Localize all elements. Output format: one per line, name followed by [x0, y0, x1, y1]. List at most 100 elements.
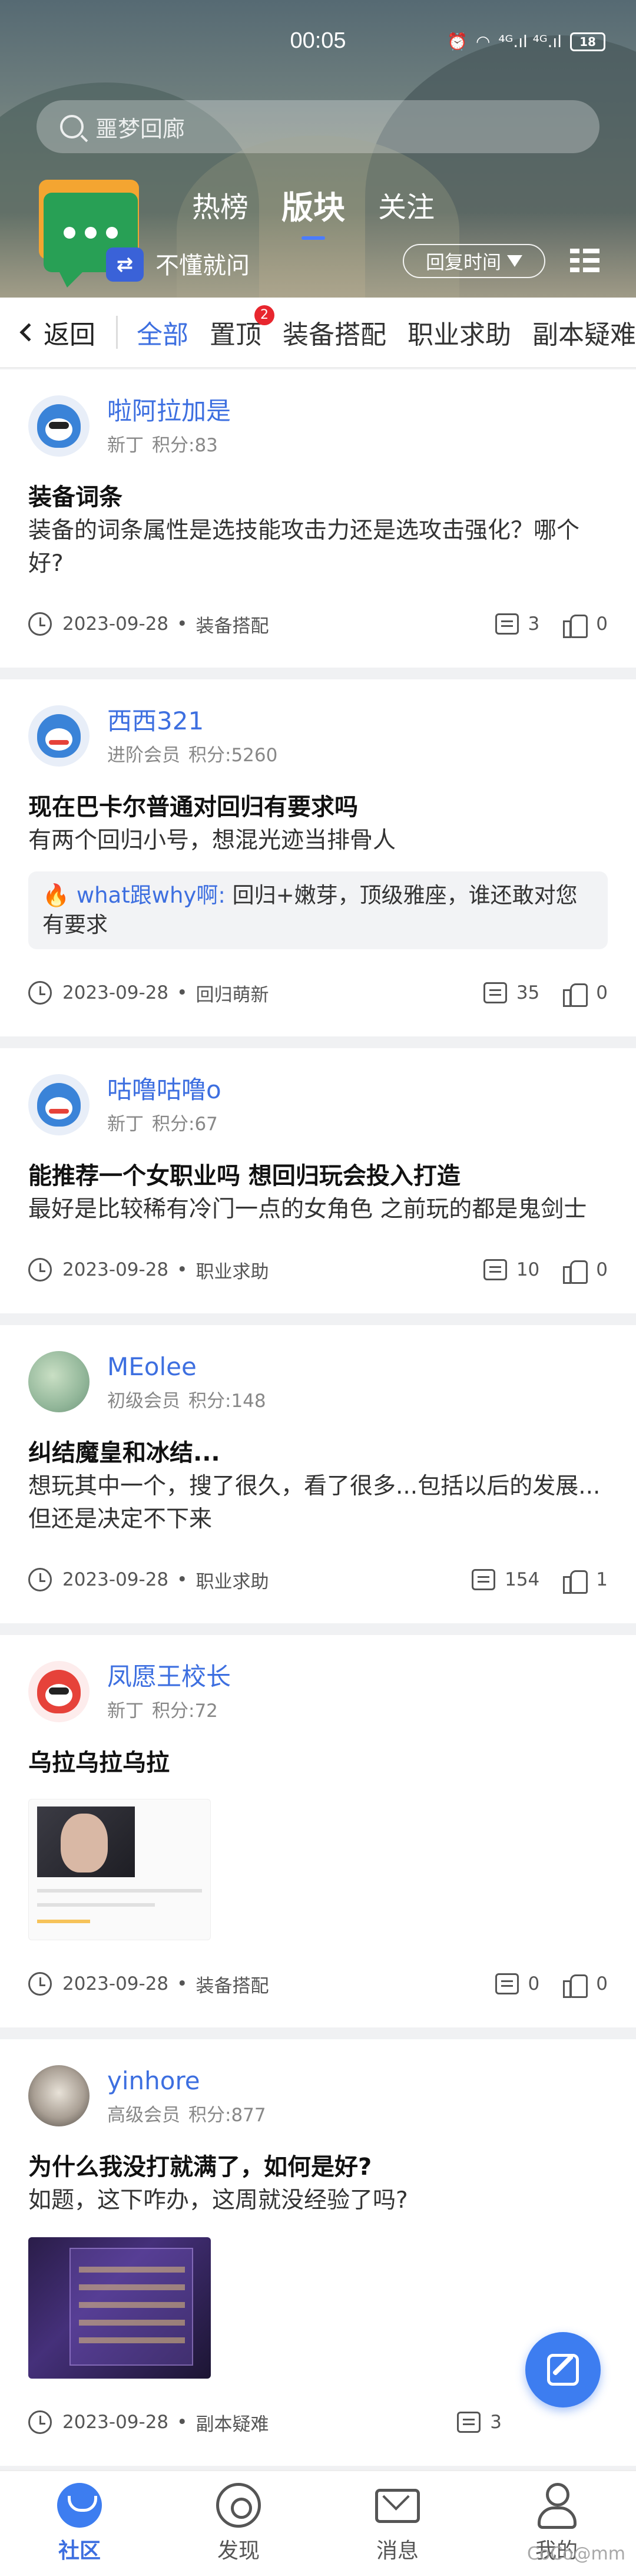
compose-post-button[interactable]: [525, 2332, 601, 2407]
sort-dropdown[interactable]: 回复时间: [403, 244, 545, 278]
comment-button[interactable]: 10: [483, 1259, 539, 1280]
like-button[interactable]: 0: [563, 1258, 608, 1284]
author-points: 积分:72: [152, 1700, 218, 1722]
comment-button[interactable]: 0: [495, 1973, 540, 1994]
post-date: 2023-09-28: [62, 613, 169, 635]
comment-button[interactable]: 3: [457, 2412, 502, 2433]
hot-reply-preview[interactable]: 🔥 what跟why啊: 回归+嫩芽，顶级雅座，谁还敢对您有要求: [28, 871, 608, 949]
post-card[interactable]: 咕噜咕噜o 新丁 积分:67 能推荐一个女职业吗 想回归玩会投入打造 最好是比较稀…: [0, 1048, 636, 1313]
post-title: 为什么我没打就满了，如何是好?: [28, 2154, 372, 2181]
category-tabs: 全部 置顶 2 装备搭配 职业求助 副本疑难: [137, 305, 636, 351]
comment-icon: [495, 1973, 519, 1994]
post-card[interactable]: yinhore 高级会员 积分:877 为什么我没打就满了，如何是好? 如题，这下…: [0, 2039, 636, 2466]
avatar[interactable]: [28, 1661, 90, 1722]
edit-icon: [547, 2354, 579, 2386]
thumbs-up-icon: [563, 1568, 588, 1594]
post-category[interactable]: 副本疑难: [196, 2409, 269, 2436]
thumbs-up-icon: [563, 612, 588, 638]
profile-icon: [534, 2483, 579, 2529]
author-points: 积分:5260: [188, 744, 278, 766]
author-name[interactable]: 凤愿王校长: [107, 1662, 231, 1692]
comment-button[interactable]: 3: [495, 613, 539, 635]
author-level: 进阶会员: [107, 744, 180, 766]
alarm-icon: ⏰: [447, 32, 468, 51]
comment-button[interactable]: 35: [483, 982, 539, 1003]
post-card[interactable]: 凤愿王校长 新丁 积分:72 乌拉乌拉乌拉 2023-09-28 • 装备搭配 0…: [0, 1635, 636, 2027]
like-count: 0: [596, 1973, 608, 1994]
post-footer: 2023-09-28 • 回归萌新 35 0: [28, 949, 608, 1036]
category-gear[interactable]: 装备搭配: [283, 313, 386, 351]
list-view-icon[interactable]: [570, 249, 599, 273]
category-class-help[interactable]: 职业求助: [408, 313, 511, 351]
thumbs-up-icon: [563, 1972, 588, 1998]
clock-icon: [28, 1972, 52, 1996]
post-body: 装备的词条属性是选技能攻击力还是选攻击强化？哪个好?: [28, 517, 580, 577]
post-image-thumbnail[interactable]: [28, 1799, 211, 1940]
post-author: 咕噜咕噜o 新丁 积分:67: [28, 1073, 608, 1137]
post-card[interactable]: MEolee 初级会员 积分:148 纠结魔皇和冰结... 想玩其中一个，搜了很久…: [0, 1325, 636, 1623]
post-category[interactable]: 回归萌新: [196, 980, 269, 1006]
nav-label: 消息: [376, 2539, 419, 2563]
nav-discover[interactable]: 发现: [159, 2471, 318, 2576]
like-count: 1: [596, 1569, 608, 1590]
avatar[interactable]: [28, 1351, 90, 1412]
avatar[interactable]: [28, 2065, 90, 2126]
category-bar: 返回 全部 置顶 2 装备搭配 职业求助 副本疑难: [0, 298, 636, 368]
post-card[interactable]: 啦阿拉加是 新丁 积分:83 装备词条 装备的词条属性是选技能攻击力还是选攻击强化…: [0, 369, 636, 668]
nav-community[interactable]: 社区: [0, 2471, 159, 2576]
comment-count: 35: [516, 982, 540, 1003]
post-author: MEolee 初级会员 积分:148: [28, 1350, 608, 1414]
comment-count: 0: [528, 1973, 540, 1994]
avatar[interactable]: [28, 705, 90, 767]
author-level: 初级会员: [107, 1390, 180, 1412]
category-dungeon[interactable]: 副本疑难: [532, 313, 636, 351]
post-author: 凤愿王校长 新丁 积分:72: [28, 1660, 608, 1723]
post-category[interactable]: 职业求助: [196, 1257, 269, 1283]
tab-follow[interactable]: 关注: [378, 184, 435, 230]
avatar[interactable]: [28, 395, 90, 457]
post-category[interactable]: 装备搭配: [196, 1971, 269, 1997]
author-name[interactable]: MEolee: [107, 1352, 266, 1382]
avatar[interactable]: [28, 1074, 90, 1135]
message-icon: [375, 2489, 420, 2523]
battery-icon: 18: [570, 32, 605, 51]
author-name[interactable]: 啦阿拉加是: [107, 396, 231, 427]
default-avatar-icon: [37, 404, 81, 448]
category-pinned[interactable]: 置顶 2: [210, 305, 274, 351]
fire-icon: 🔥: [42, 883, 70, 908]
comment-icon: [483, 982, 507, 1003]
post-date: 2023-09-28: [62, 1973, 169, 1994]
post-footer: 2023-09-28 • 装备搭配 0 0: [28, 1940, 608, 2027]
post-body: 如题，这下咋办，这周就没经验了吗?: [28, 2187, 408, 2214]
author-name[interactable]: 咕噜咕噜o: [107, 1075, 221, 1105]
post-category[interactable]: 职业求助: [196, 1567, 269, 1593]
nav-messages[interactable]: 消息: [318, 2471, 477, 2576]
back-label: 返回: [44, 320, 95, 350]
author-name[interactable]: 西西321: [107, 706, 277, 737]
search-input[interactable]: 噩梦回廊: [37, 100, 599, 153]
like-button[interactable]: 1: [563, 1568, 608, 1594]
back-button[interactable]: 返回: [0, 313, 116, 351]
reply-user[interactable]: what跟why啊:: [77, 883, 226, 908]
chevron-left-icon: [19, 323, 38, 342]
tab-boards[interactable]: 版块: [281, 181, 345, 240]
post-image-thumbnail[interactable]: [28, 2237, 211, 2379]
default-avatar-icon: [37, 714, 81, 758]
like-button[interactable]: 0: [563, 1972, 608, 1998]
switch-board-icon[interactable]: ⇄: [106, 247, 144, 282]
category-all[interactable]: 全部: [137, 313, 188, 351]
post-body: 想玩其中一个，搜了很久，看了很多...包括以后的发展...但还是决定不下来: [28, 1473, 601, 1533]
author-name[interactable]: yinhore: [107, 2066, 266, 2096]
tab-hot[interactable]: 热榜: [192, 184, 249, 230]
author-points: 积分:67: [152, 1113, 218, 1135]
post-author: yinhore 高级会员 积分:877: [28, 2064, 608, 2128]
like-button[interactable]: 0: [563, 612, 608, 638]
post-title: 装备词条: [28, 484, 122, 511]
post-card[interactable]: 西西321 进阶会员 积分:5260 现在巴卡尔普通对回归有要求吗 有两个回归小号…: [0, 679, 636, 1036]
post-title: 纠结魔皇和冰结...: [28, 1439, 220, 1467]
board-name[interactable]: 不懂就问: [155, 246, 250, 280]
post-category[interactable]: 装备搭配: [196, 611, 269, 638]
comment-button[interactable]: 154: [472, 1569, 539, 1590]
like-button[interactable]: 0: [563, 981, 608, 1007]
post-footer: 2023-09-28 • 装备搭配 3 0: [28, 580, 608, 668]
